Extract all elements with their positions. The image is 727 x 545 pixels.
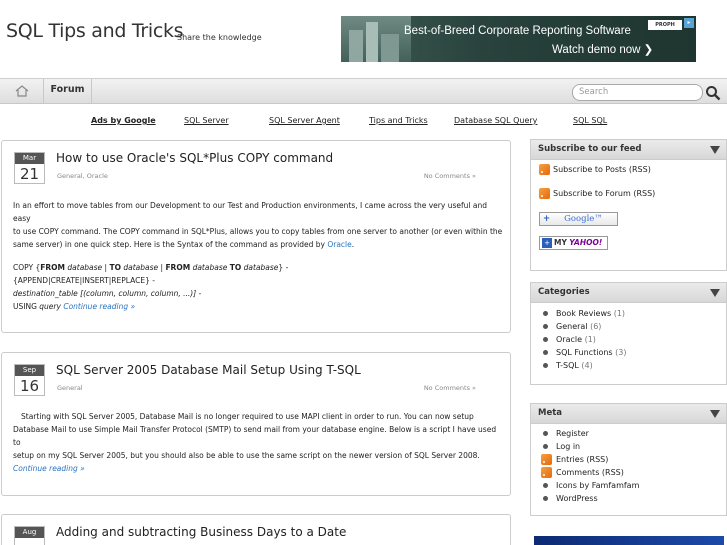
subscribe-posts-link[interactable]: Subscribe to Posts (RSS) [539,164,651,175]
bullet-icon [543,431,548,436]
widget-title[interactable]: Categories [531,283,726,303]
bullet-icon [543,444,548,449]
meta-register-link[interactable]: Register [543,427,639,440]
meta-icons-credit-link[interactable]: Icons by Famfamfam [543,479,639,492]
ad-link[interactable]: SQL SQL [573,116,607,125]
categories-list: Book Reviews (1) General (6) Oracle (1) … [543,307,626,372]
bullet-icon [543,483,548,488]
post-date: Sep 16 [14,364,45,396]
meta-comments-rss-link[interactable]: Comments (RSS) [541,466,639,479]
oracle-link[interactable]: Oracle [327,240,351,249]
home-icon [15,85,28,97]
nav-forum[interactable]: Forum [44,79,92,103]
rss-icon [539,188,550,199]
post-categories[interactable]: General, Oracle [57,172,108,180]
post-title[interactable]: SQL Server 2005 Database Mail Setup Usin… [56,363,361,377]
ad-link[interactable]: SQL Server [184,116,229,125]
post: Mar 21 How to use Oracle's SQL*Plus COPY… [1,140,511,333]
widget-title[interactable]: Subscribe to our feed [531,140,726,160]
post-title[interactable]: Adding and subtracting Business Days to … [56,525,346,539]
post-categories[interactable]: General [57,384,83,392]
post-month: Sep [15,365,44,376]
bullet-icon [543,324,548,329]
post-month: Aug [15,527,44,538]
ad-banner[interactable]: Best-of-Breed Corporate Reporting Softwa… [341,16,696,62]
site-tagline: Share the knowledge [177,33,262,42]
post-day [15,538,44,545]
widget-title[interactable]: Meta [531,404,726,424]
banner-headline: Best-of-Breed Corporate Reporting Softwa… [404,25,631,37]
categories-widget: Categories Book Reviews (1) General (6) … [530,282,727,385]
post-day: 16 [19,377,40,395]
banner-cta[interactable]: Watch demo now ❯ [552,42,653,56]
rss-icon [541,467,552,478]
sidebar-ad-image[interactable] [534,536,724,545]
adchoices-icon[interactable]: ▸ [684,18,694,28]
meta-wordpress-link[interactable]: WordPress [543,492,639,505]
post: Sep 16 SQL Server 2005 Database Mail Set… [1,352,511,496]
ad-link[interactable]: Database SQL Query [454,116,537,125]
post-day: 21 [19,165,40,183]
bullet-icon [543,496,548,501]
search-input[interactable]: Search [572,84,703,101]
category-item[interactable]: T-SQL (4) [543,359,626,372]
post-title[interactable]: How to use Oracle's SQL*Plus COPY comman… [56,151,333,165]
bullet-icon [543,337,548,342]
meta-login-link[interactable]: Log in [543,440,639,453]
ad-link[interactable]: SQL Server Agent [269,116,340,125]
continue-reading-link[interactable]: Continue reading » [63,302,135,311]
search-icon[interactable] [705,85,721,101]
nav-home[interactable] [0,79,44,103]
add-to-my-yahoo-button[interactable]: + MY YAHOO! [539,236,608,250]
subscribe-widget: Subscribe to our feed Subscribe to Posts… [530,139,727,271]
category-item[interactable]: SQL Functions (3) [543,346,626,359]
add-to-google-button[interactable]: + Google™ [539,212,618,226]
bullet-icon [543,311,548,316]
post-comments-link[interactable]: No Comments » [424,384,476,392]
meta-widget: Meta Register Log in Entries (RSS) Comme… [530,403,727,516]
banner-image [341,16,411,62]
nav-bar: Forum Search [0,78,727,104]
post-excerpt: Starting with SQL Server 2005, Database … [13,410,503,475]
category-item[interactable]: General (6) [543,320,626,333]
rss-icon [541,454,552,465]
site-title[interactable]: SQL Tips and Tricks [6,20,184,42]
post-month: Mar [15,153,44,164]
rss-icon [539,164,550,175]
category-item[interactable]: Book Reviews (1) [543,307,626,320]
post-date: Aug [14,526,45,545]
subscribe-forum-link[interactable]: Subscribe to Forum (RSS) [539,188,655,199]
ads-by-google[interactable]: Ads by Google [91,116,156,125]
code-syntax: COPY {FROM database | TO database | FROM… [13,263,289,272]
collapse-arrow-icon[interactable] [710,146,720,154]
post-date: Mar 21 [14,152,45,184]
ad-link[interactable]: Tips and Tricks [369,116,428,125]
post-excerpt: In an effort to move tables from our Dev… [13,201,503,311]
continue-reading-link[interactable]: Continue reading » [13,462,503,475]
meta-entries-rss-link[interactable]: Entries (RSS) [541,453,639,466]
post: Aug Adding and subtracting Business Days… [1,514,511,545]
category-item[interactable]: Oracle (1) [543,333,626,346]
post-comments-link[interactable]: No Comments » [424,172,476,180]
banner-logo: PROPH [648,20,682,30]
meta-list: Register Log in Entries (RSS) Comments (… [541,427,639,505]
ad-links-row: Ads by Google SQL Server SQL Server Agen… [0,116,727,128]
bullet-icon [543,350,548,355]
collapse-arrow-icon[interactable] [710,289,720,297]
bullet-icon [543,363,548,368]
collapse-arrow-icon[interactable] [710,410,720,418]
